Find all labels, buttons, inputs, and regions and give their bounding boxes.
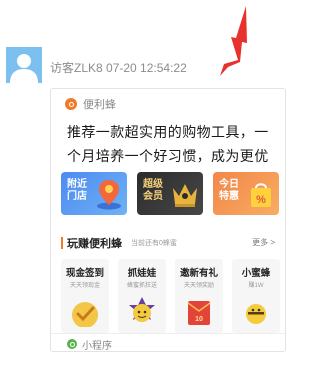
more-link[interactable]: 更多 > bbox=[252, 237, 275, 248]
activity-claw-machine[interactable]: 抓娃娃 蜂蜜抓狂送 bbox=[118, 259, 166, 333]
message-timestamp: 07-20 12:54:22 bbox=[106, 61, 187, 75]
activity-invite-reward[interactable]: 邀新有礼 天天领奖励 10 bbox=[175, 259, 223, 333]
tile-label: 附近门店 bbox=[67, 179, 87, 202]
tile-label: 超级会员 bbox=[143, 179, 163, 202]
section-subtitle: 当前还有0蜂蜜 bbox=[131, 240, 177, 247]
activity-title: 抓娃娃 bbox=[127, 268, 157, 279]
red-arrow-annotation-icon bbox=[220, 6, 247, 76]
activity-subtitle: 蜂蜜抓狂送 bbox=[126, 283, 157, 289]
activity-title: 现金签到 bbox=[65, 268, 104, 279]
activity-subtitle: 天天领奖励 bbox=[183, 283, 214, 289]
default-user-avatar-icon bbox=[10, 54, 38, 83]
activity-subtitle: 天天领现金 bbox=[69, 283, 100, 289]
tile-today-deals[interactable]: 今日特惠 % bbox=[213, 172, 279, 215]
card-header: 便利蜂 bbox=[65, 97, 116, 111]
activity-subtitle: 赚1W bbox=[248, 283, 264, 289]
activity-list: 现金签到 天天领现金 抓娃娃 蜂蜜抓狂送 邀新有礼 天天领奖励 10 小蜜蜂 赚… bbox=[61, 259, 285, 333]
activity-little-bee[interactable]: 小蜜蜂 赚1W bbox=[232, 259, 280, 333]
bianlifeng-logo-icon bbox=[65, 98, 77, 110]
card-footer: 小程序 bbox=[67, 337, 112, 351]
mini-program-icon bbox=[67, 339, 77, 349]
tile-label: 今日特惠 bbox=[219, 179, 239, 202]
mini-program-card[interactable]: 便利蜂 推荐一款超实用的购物工具，一个月培养一个好习惯，成为更优秀... 附近门… bbox=[50, 88, 286, 352]
activity-title: 邀新有礼 bbox=[179, 268, 218, 279]
footer-label: 小程序 bbox=[82, 340, 112, 352]
section-title: 玩赚便利蜂 bbox=[67, 238, 122, 250]
activity-title: 小蜜蜂 bbox=[241, 268, 271, 279]
feature-tiles: 附近门店 超级会员 今日特惠 % bbox=[61, 172, 283, 215]
shopping-bag-icon: % bbox=[251, 183, 271, 207]
red-envelope-icon: 10 bbox=[187, 301, 211, 325]
section-accent-bar bbox=[61, 237, 63, 249]
map-pin-icon bbox=[97, 180, 121, 210]
message-meta: 访客ZLK8 07-20 12:54:22 bbox=[50, 59, 187, 76]
tile-nearby-stores[interactable]: 附近门店 bbox=[61, 172, 127, 215]
svg-text:10: 10 bbox=[195, 316, 203, 323]
svg-text:%: % bbox=[256, 194, 266, 206]
sender-name: 访客ZLK8 bbox=[50, 61, 103, 75]
crown-icon bbox=[173, 184, 197, 207]
footer-divider bbox=[51, 333, 285, 334]
app-name: 便利蜂 bbox=[83, 99, 116, 111]
bee-doll-icon bbox=[129, 297, 155, 322]
activity-cash-checkin[interactable]: 现金签到 天天领现金 bbox=[61, 259, 109, 333]
avatar[interactable] bbox=[6, 47, 42, 83]
bee-icon bbox=[246, 304, 266, 324]
check-coin-icon bbox=[72, 302, 98, 327]
tile-super-member[interactable]: 超级会员 bbox=[137, 172, 203, 215]
